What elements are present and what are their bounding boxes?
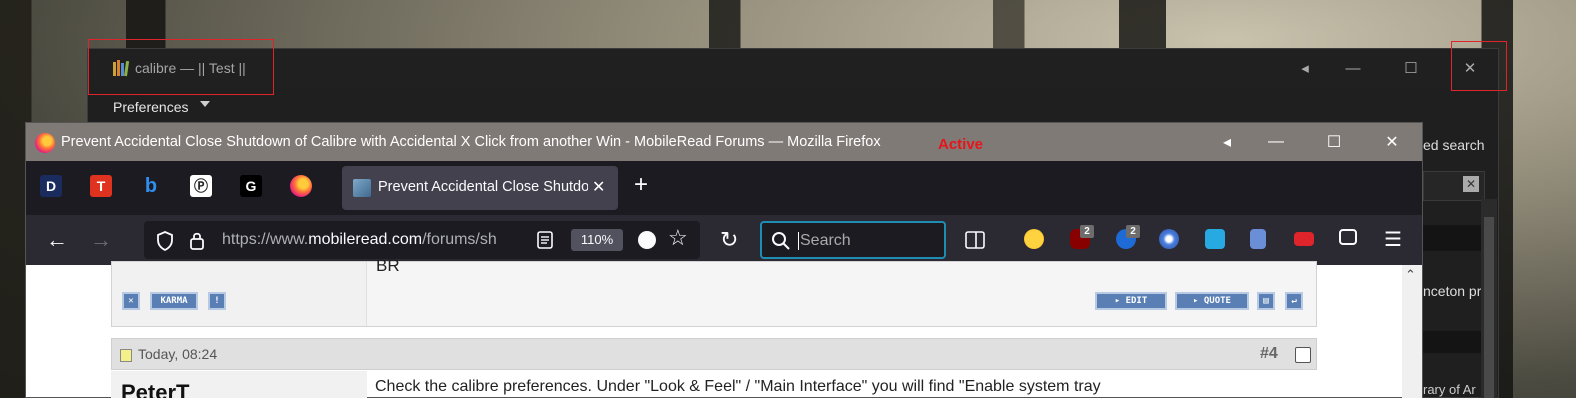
calibre-advanced-search-label[interactable]: ed search [1423, 137, 1484, 153]
close-tab-icon[interactable]: ✕ [592, 177, 605, 197]
ublock-extension-icon[interactable]: 2 [1070, 225, 1094, 249]
url-text[interactable]: https://www.mobileread.com/forums/sh [222, 231, 524, 249]
metamask-extension-icon[interactable]: 2 [1116, 225, 1140, 249]
pinned-tab-t[interactable]: T [90, 175, 112, 197]
alert-icon[interactable]: ! [208, 292, 226, 310]
calibre-scrollbar-thumb[interactable] [1484, 217, 1494, 398]
calibre-minimize-button[interactable]: — [1330, 49, 1376, 87]
multiquote-icon[interactable]: ▤ [1257, 292, 1275, 310]
reader-view-icon[interactable] [537, 231, 553, 249]
emoji-extension-icon[interactable] [1024, 229, 1044, 249]
tab-manager-extension-icon[interactable] [1339, 229, 1357, 245]
edit-button[interactable]: ▸ EDIT [1095, 292, 1167, 310]
mobileread-favicon-icon [353, 179, 371, 197]
firefox-close-button[interactable]: ✕ [1364, 123, 1420, 161]
reply-icon[interactable]: ↵ [1285, 292, 1303, 310]
firefox-logo-icon [35, 133, 55, 153]
blue-circle-extension-icon[interactable] [1159, 229, 1179, 249]
firefox-window: Prevent Accidental Close Shutdown of Cal… [25, 122, 1423, 398]
firefox-back-icon[interactable]: ◂ [1212, 123, 1242, 161]
red-extension-icon[interactable] [1294, 232, 1314, 246]
post-body-text: Check the calibre preferences. Under "Lo… [375, 378, 1101, 395]
calibre-window-title: calibre — || Test || [135, 60, 246, 76]
forum-post-header: Today, 08:24 #4 [111, 338, 1317, 370]
calibre-back-icon[interactable]: ◂ [1282, 49, 1328, 87]
calibre-list-row[interactable] [1423, 331, 1481, 353]
url-bar[interactable]: https://www.mobileread.com/forums/sh 110… [144, 221, 700, 259]
tab-title: Prevent Accidental Close Shutdown of Cal… [378, 179, 588, 195]
firefox-maximize-button[interactable]: ☐ [1306, 123, 1362, 161]
app-menu-button[interactable]: ☰ [1384, 227, 1402, 253]
sidebar-icon[interactable] [965, 231, 985, 249]
calibre-titlebar: calibre — || Test || ◂ — ☐ ✕ [88, 39, 1507, 95]
tab-active[interactable]: Prevent Accidental Close Shutdown of Cal… [342, 166, 618, 210]
forward-button[interactable]: → [90, 227, 112, 253]
forum-post-previous: BR ✕ KARMA ! ▸ EDIT ▸ QUOTE ▤ ↵ [111, 256, 1317, 327]
page-content: BR ✕ KARMA ! ▸ EDIT ▸ QUOTE ▤ ↵ Today, 0… [26, 256, 1422, 398]
quote-button[interactable]: ▸ QUOTE [1175, 292, 1249, 310]
calibre-close-highlight [1451, 41, 1507, 91]
calibre-logo-icon [113, 60, 130, 77]
search-placeholder: Search [798, 232, 851, 250]
tab-strip: D T b Ⓟ G Prevent Accidental Close Shutd… [26, 161, 1422, 215]
active-annotation-label: Active [938, 136, 984, 153]
post-status-icon [120, 349, 132, 362]
calibre-book-title-fragment[interactable]: nceton pr [1423, 283, 1481, 299]
shield-icon[interactable] [156, 231, 174, 251]
report-icon[interactable]: ✕ [122, 292, 140, 310]
ublock-badge: 2 [1080, 225, 1094, 238]
firefox-window-title: Prevent Accidental Close Shutdown of Cal… [61, 134, 881, 150]
firefox-titlebar: Prevent Accidental Close Shutdown of Cal… [26, 123, 1422, 161]
bookmark-extension-icon[interactable] [1250, 229, 1266, 249]
speech-bubble-icon[interactable] [638, 231, 656, 249]
reload-button[interactable]: ↻ [720, 227, 738, 253]
karma-button[interactable]: KARMA [150, 292, 198, 310]
metamask-badge: 2 [1126, 225, 1140, 238]
share-extension-icon[interactable] [1205, 229, 1225, 249]
navigation-toolbar: ← → https://www.mobileread.com/forums/sh… [26, 215, 1422, 265]
zoom-level-button[interactable]: 110% [571, 229, 623, 251]
search-icon [772, 232, 790, 250]
pinned-tab-b[interactable]: b [140, 175, 162, 197]
pinned-tab-wiki[interactable]: Ⓟ [190, 175, 212, 197]
post-text-fragment: BR [376, 256, 400, 275]
chevron-down-icon[interactable] [200, 101, 210, 107]
clear-search-icon[interactable]: ✕ [1463, 176, 1479, 192]
page-scrollbar[interactable]: ⌃ [1402, 265, 1422, 398]
pinned-tab-firefox-icon[interactable] [290, 175, 312, 197]
search-input[interactable]: Search [760, 221, 946, 259]
calibre-maximize-button[interactable]: ☐ [1388, 49, 1434, 87]
pinned-tab-g[interactable]: G [240, 175, 262, 197]
calibre-library-fragment[interactable]: rary of Ar [1423, 382, 1476, 397]
calibre-preferences-menu[interactable]: Preferences [113, 99, 188, 115]
pinned-tab-d[interactable]: D [40, 175, 62, 197]
post-select-checkbox[interactable] [1295, 347, 1311, 363]
scroll-up-icon[interactable]: ⌃ [1405, 267, 1416, 283]
post-username[interactable]: PeterT [121, 380, 189, 398]
calibre-list-row[interactable] [1423, 225, 1481, 251]
back-button[interactable]: ← [46, 227, 68, 253]
post-date: Today, 08:24 [138, 346, 218, 362]
lock-icon[interactable] [189, 230, 205, 250]
new-tab-button[interactable]: + [634, 173, 648, 197]
post-number-link[interactable]: #4 [1260, 345, 1278, 363]
bookmark-star-icon[interactable]: ☆ [668, 225, 688, 251]
firefox-minimize-button[interactable]: — [1248, 123, 1304, 161]
